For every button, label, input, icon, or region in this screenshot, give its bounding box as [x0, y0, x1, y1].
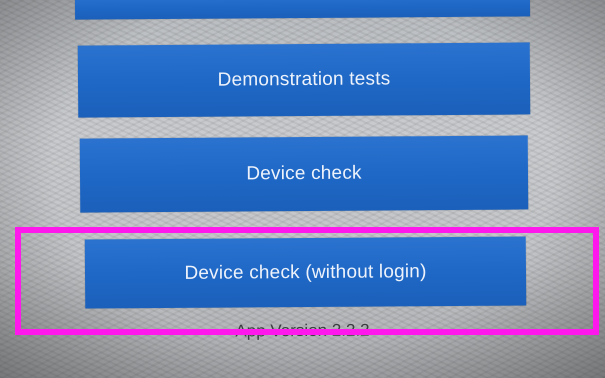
- device-check-without-login-button[interactable]: Device check (without login): [84, 236, 527, 309]
- app-version-text: App Version 2.2.2: [235, 320, 370, 341]
- demonstration-tests-label: Demonstration tests: [217, 68, 391, 91]
- device-check-button[interactable]: Device check: [79, 135, 529, 213]
- device-check-without-login-label: Device check (without login): [184, 260, 427, 284]
- demonstration-tests-button[interactable]: Demonstration tests: [77, 42, 531, 118]
- menu-button-partial-top[interactable]: [74, 0, 531, 20]
- device-check-label: Device check: [246, 162, 362, 185]
- app-screen: Demonstration tests Device check Device …: [0, 0, 605, 378]
